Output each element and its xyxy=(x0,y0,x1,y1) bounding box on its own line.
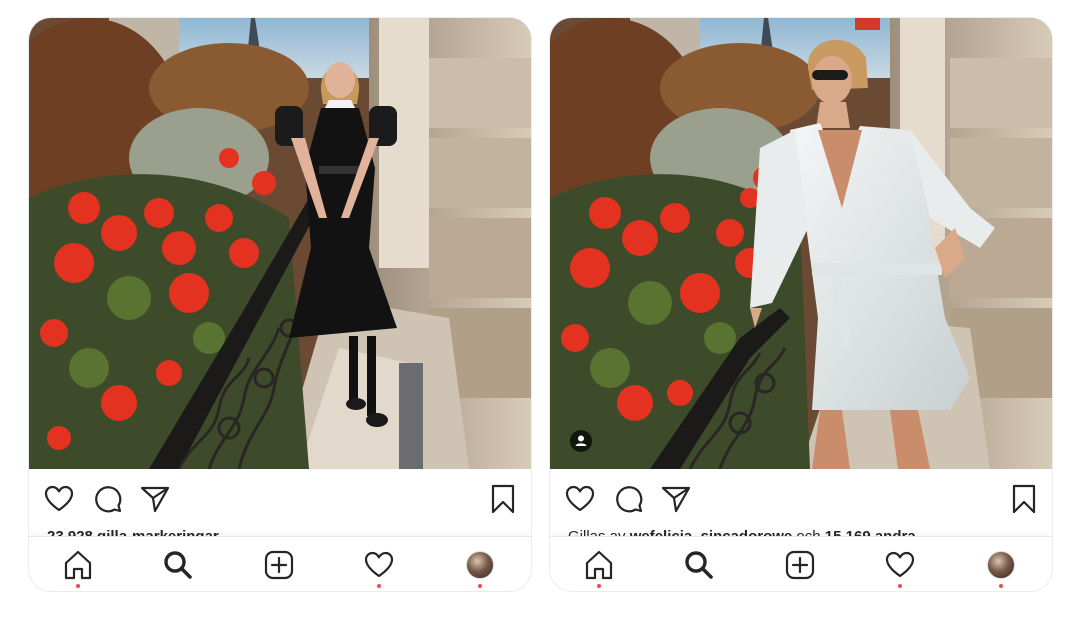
bottom-tab-bar xyxy=(29,536,531,591)
tab-new-post[interactable] xyxy=(784,549,816,581)
paper-plane-icon xyxy=(140,486,170,513)
avatar xyxy=(987,551,1015,579)
share-button[interactable] xyxy=(139,483,171,515)
tab-profile[interactable] xyxy=(985,549,1017,581)
post-card-left: 23 928 gilla-markeringar xyxy=(29,18,531,591)
tab-home[interactable] xyxy=(62,549,94,581)
notification-dot xyxy=(478,584,482,588)
paper-plane-icon xyxy=(661,486,691,513)
notification-dot xyxy=(377,584,381,588)
tab-search[interactable] xyxy=(683,549,715,581)
notification-dot xyxy=(597,584,601,588)
photo-illustration xyxy=(550,18,1052,469)
post-photo[interactable] xyxy=(29,18,531,469)
speech-bubble-icon xyxy=(95,486,122,513)
tab-home[interactable] xyxy=(583,549,615,581)
heart-icon xyxy=(885,551,915,578)
comment-button[interactable] xyxy=(612,483,644,515)
notification-dot xyxy=(76,584,80,588)
notification-dot xyxy=(999,584,1003,588)
bookmark-icon xyxy=(491,484,515,514)
magnifier-icon xyxy=(164,551,192,579)
save-button[interactable] xyxy=(1008,483,1040,515)
tab-activity[interactable] xyxy=(363,549,395,581)
post-actions-bar xyxy=(29,469,531,535)
bottom-tab-bar xyxy=(550,536,1052,591)
tab-new-post[interactable] xyxy=(263,549,295,581)
speech-bubble-icon xyxy=(616,486,643,513)
tab-search[interactable] xyxy=(162,549,194,581)
plus-square-icon xyxy=(264,550,294,580)
like-button[interactable] xyxy=(564,483,596,515)
comment-button[interactable] xyxy=(91,483,123,515)
photo-illustration xyxy=(29,18,531,469)
heart-outline-icon xyxy=(565,485,595,512)
heart-icon xyxy=(364,551,394,578)
post-card-right: Gillas av wefelicia_sincadorowe och 15 1… xyxy=(550,18,1052,591)
tab-activity[interactable] xyxy=(884,549,916,581)
tagged-people-badge[interactable] xyxy=(570,430,592,452)
share-button[interactable] xyxy=(660,483,692,515)
like-button[interactable] xyxy=(43,483,75,515)
post-actions-bar xyxy=(550,469,1052,535)
home-icon xyxy=(64,550,92,580)
tab-profile[interactable] xyxy=(464,549,496,581)
save-button[interactable] xyxy=(487,483,519,515)
magnifier-icon xyxy=(685,551,713,579)
heart-outline-icon xyxy=(44,485,74,512)
bookmark-icon xyxy=(1012,484,1036,514)
post-photo[interactable] xyxy=(550,18,1052,469)
avatar xyxy=(466,551,494,579)
notification-dot xyxy=(898,584,902,588)
home-icon xyxy=(585,550,613,580)
person-icon xyxy=(575,435,587,446)
plus-square-icon xyxy=(785,550,815,580)
